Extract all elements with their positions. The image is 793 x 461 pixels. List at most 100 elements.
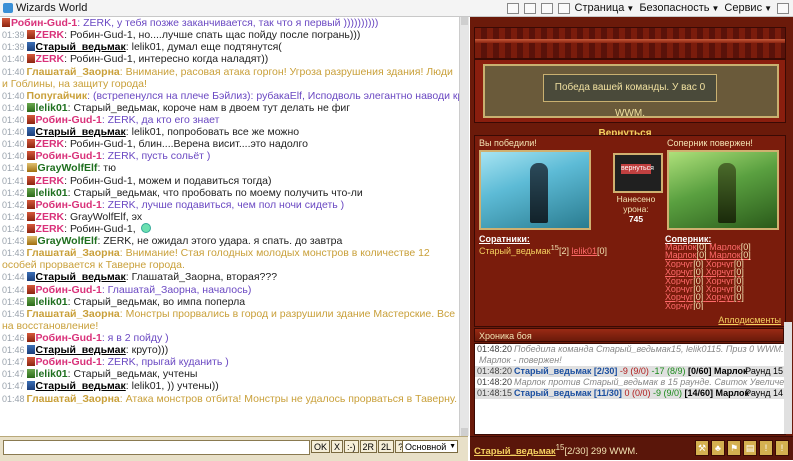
foe-link[interactable]: Хорчуг: [665, 293, 693, 301]
chat-tool-button[interactable]: X: [331, 440, 344, 453]
chat-nick[interactable]: Робин-Gud-1: [36, 199, 102, 211]
help-icon[interactable]: [777, 2, 789, 14]
foe-link[interactable]: Марлок: [709, 243, 741, 251]
chat-nick[interactable]: Старый_ведьмак: [36, 126, 126, 138]
race-icon: [26, 139, 35, 149]
log-row: 01:48:15 Старый_ведьмак [11/30] 0 (0/0) -…: [475, 388, 785, 399]
foe-link[interactable]: Хорчуг: [706, 285, 734, 293]
chat-nick[interactable]: GrayWolfElf: [38, 162, 98, 174]
app-icon: [3, 3, 13, 13]
ally-link[interactable]: Старый_ведьмак: [479, 246, 551, 256]
security-menu[interactable]: Безопасность ▼: [639, 2, 719, 14]
scroll-up-icon[interactable]: [461, 17, 468, 25]
chat-tool-button[interactable]: 2L: [378, 440, 395, 453]
chat-nick[interactable]: ZERK: [36, 175, 65, 187]
chat-nick[interactable]: GrayWolfElf: [38, 235, 98, 247]
chat-nick[interactable]: Глашатай_Заорна: [27, 247, 120, 259]
chat-nick[interactable]: ZERK: [36, 29, 65, 41]
chat-nick[interactable]: Робин-Gud-1: [36, 332, 102, 344]
chat-nick[interactable]: lelik01: [36, 368, 68, 380]
chat-nick[interactable]: Робин-Gud-1: [11, 17, 77, 29]
foe-link[interactable]: Хорчуг: [706, 293, 734, 301]
foe-entry: Хорчуг[0] Хорчуг[0]: [665, 293, 781, 301]
race-icon: [26, 211, 35, 221]
chat-nick[interactable]: Робин-Gud-1: [36, 150, 102, 162]
chat-tool-button[interactable]: OK: [311, 440, 331, 453]
chat-nick[interactable]: ZERK: [36, 138, 65, 150]
ally-link[interactable]: lelik01: [571, 246, 597, 256]
chat-nick[interactable]: ZERK: [36, 211, 65, 223]
foe-link[interactable]: Хорчуг: [665, 285, 693, 293]
chat-text: : ZERK, да кто его знает: [101, 113, 220, 126]
chat-nick[interactable]: lelik01: [36, 187, 68, 199]
home-icon[interactable]: [506, 2, 519, 14]
log-target[interactable]: [0/60] Марлок: [688, 366, 748, 376]
chat-nick[interactable]: lelik01: [36, 296, 68, 308]
chat-message: Робин-Gud-1: ZERK, у тебя позже заканчив…: [0, 17, 459, 29]
foe-link[interactable]: Хорчуг: [665, 268, 693, 276]
chat-nick[interactable]: Робин-Gud-1: [36, 114, 102, 126]
flag-icon[interactable]: ⚑: [727, 440, 741, 456]
tree-icon[interactable]: ♣: [711, 440, 725, 456]
foe-link[interactable]: Хорчуг: [706, 268, 734, 276]
foe-link[interactable]: Марлок: [665, 243, 697, 251]
foe-link[interactable]: Марлок: [665, 251, 697, 259]
chat-nick[interactable]: Робин-Gud-1: [36, 284, 102, 296]
chat-nick[interactable]: Глашатай_Заорна: [27, 66, 120, 78]
mail-icon[interactable]: [540, 2, 553, 14]
applause-link[interactable]: Аплодисменты: [718, 315, 781, 325]
foe-link[interactable]: Марлок: [709, 251, 741, 259]
service-menu[interactable]: Сервис ▼: [724, 2, 772, 14]
exit-icon[interactable]: !: [775, 440, 789, 456]
print-icon[interactable]: [557, 2, 570, 14]
chat-nick[interactable]: Глашатай_Заорна: [27, 393, 120, 405]
chat-nick[interactable]: Попугайчик: [27, 90, 88, 102]
chat-nick[interactable]: Старый_ведьмак: [36, 344, 126, 356]
log-attacker[interactable]: Старый_ведьмак [2/30]: [514, 366, 617, 376]
channel-select[interactable]: Основной ▼: [402, 440, 458, 453]
chat-nick[interactable]: Старый_ведьмак: [36, 271, 126, 283]
chat-message: 01:46 Старый_ведьмак: круто))): [0, 344, 459, 356]
chat-nick[interactable]: Робин-Gud-1: [36, 356, 102, 368]
return-button[interactable]: вернуться: [621, 164, 654, 174]
log-round: Раунд 14: [745, 388, 783, 398]
chat-tool-button[interactable]: 2R: [359, 440, 378, 453]
foe-entry: Хорчуг[0] Хорчуг[0]: [665, 285, 781, 293]
chat-tool-button[interactable]: :-): [344, 440, 359, 453]
log-time: 01:48:20: [477, 344, 513, 354]
page-menu[interactable]: Страница ▼: [575, 2, 635, 14]
foe-entry: Хорчуг[0] Хорчуг[0]: [665, 260, 781, 268]
book-icon[interactable]: ▤: [743, 440, 757, 456]
foe-link[interactable]: Хорчуг: [706, 260, 734, 268]
help-icon[interactable]: !: [759, 440, 773, 456]
battle-log-scrollbar[interactable]: [784, 322, 792, 434]
feeds-icon[interactable]: [523, 2, 536, 14]
chat-text: : Глашатай_Заорна, началось): [101, 283, 252, 296]
message-timestamp: 01:46: [2, 344, 25, 355]
inventory-icon[interactable]: ⚒: [695, 440, 709, 456]
chat-input[interactable]: [3, 440, 310, 455]
chat-nick[interactable]: Старый_ведьмак: [36, 380, 126, 392]
foe-entry: Хорчуг[0] Хорчуг[0]: [665, 268, 781, 276]
foe-link[interactable]: Хорчуг: [665, 260, 693, 268]
scroll-down-icon[interactable]: [461, 428, 468, 436]
chat-nick[interactable]: Глашатай_Заорна: [27, 308, 120, 320]
message-timestamp: 01:40: [2, 90, 25, 101]
chat-nick[interactable]: lelik01: [36, 102, 68, 114]
race-icon: [26, 54, 35, 64]
log-target[interactable]: [14/60] Марлок: [685, 388, 750, 398]
chat-nick[interactable]: Старый_ведьмак: [36, 41, 126, 53]
foe-link[interactable]: Хорчуг: [665, 277, 693, 285]
return-box[interactable]: вернуться: [613, 153, 663, 193]
chat-message: 01:40 Старый_ведьмак: lelik01, попробоват…: [0, 126, 459, 138]
chat-nick[interactable]: ZERK: [36, 223, 65, 235]
chat-scrollbar[interactable]: [459, 17, 469, 436]
chat-message: 01:40 Робин-Gud-1: ZERK, да кто его знает: [0, 114, 459, 126]
player-name[interactable]: Старый_ведьмак: [474, 446, 556, 457]
foe-link[interactable]: Хорчуг: [706, 277, 734, 285]
foe-link[interactable]: Хорчуг: [665, 302, 693, 310]
chat-nick[interactable]: ZERK: [36, 53, 65, 65]
chat-message: 01:39 ZERK: Робин-Gud-1, но....лучше спат…: [0, 29, 459, 41]
log-attacker[interactable]: Старый_ведьмак [11/30]: [514, 388, 622, 398]
message-timestamp: 01:39: [2, 42, 25, 53]
